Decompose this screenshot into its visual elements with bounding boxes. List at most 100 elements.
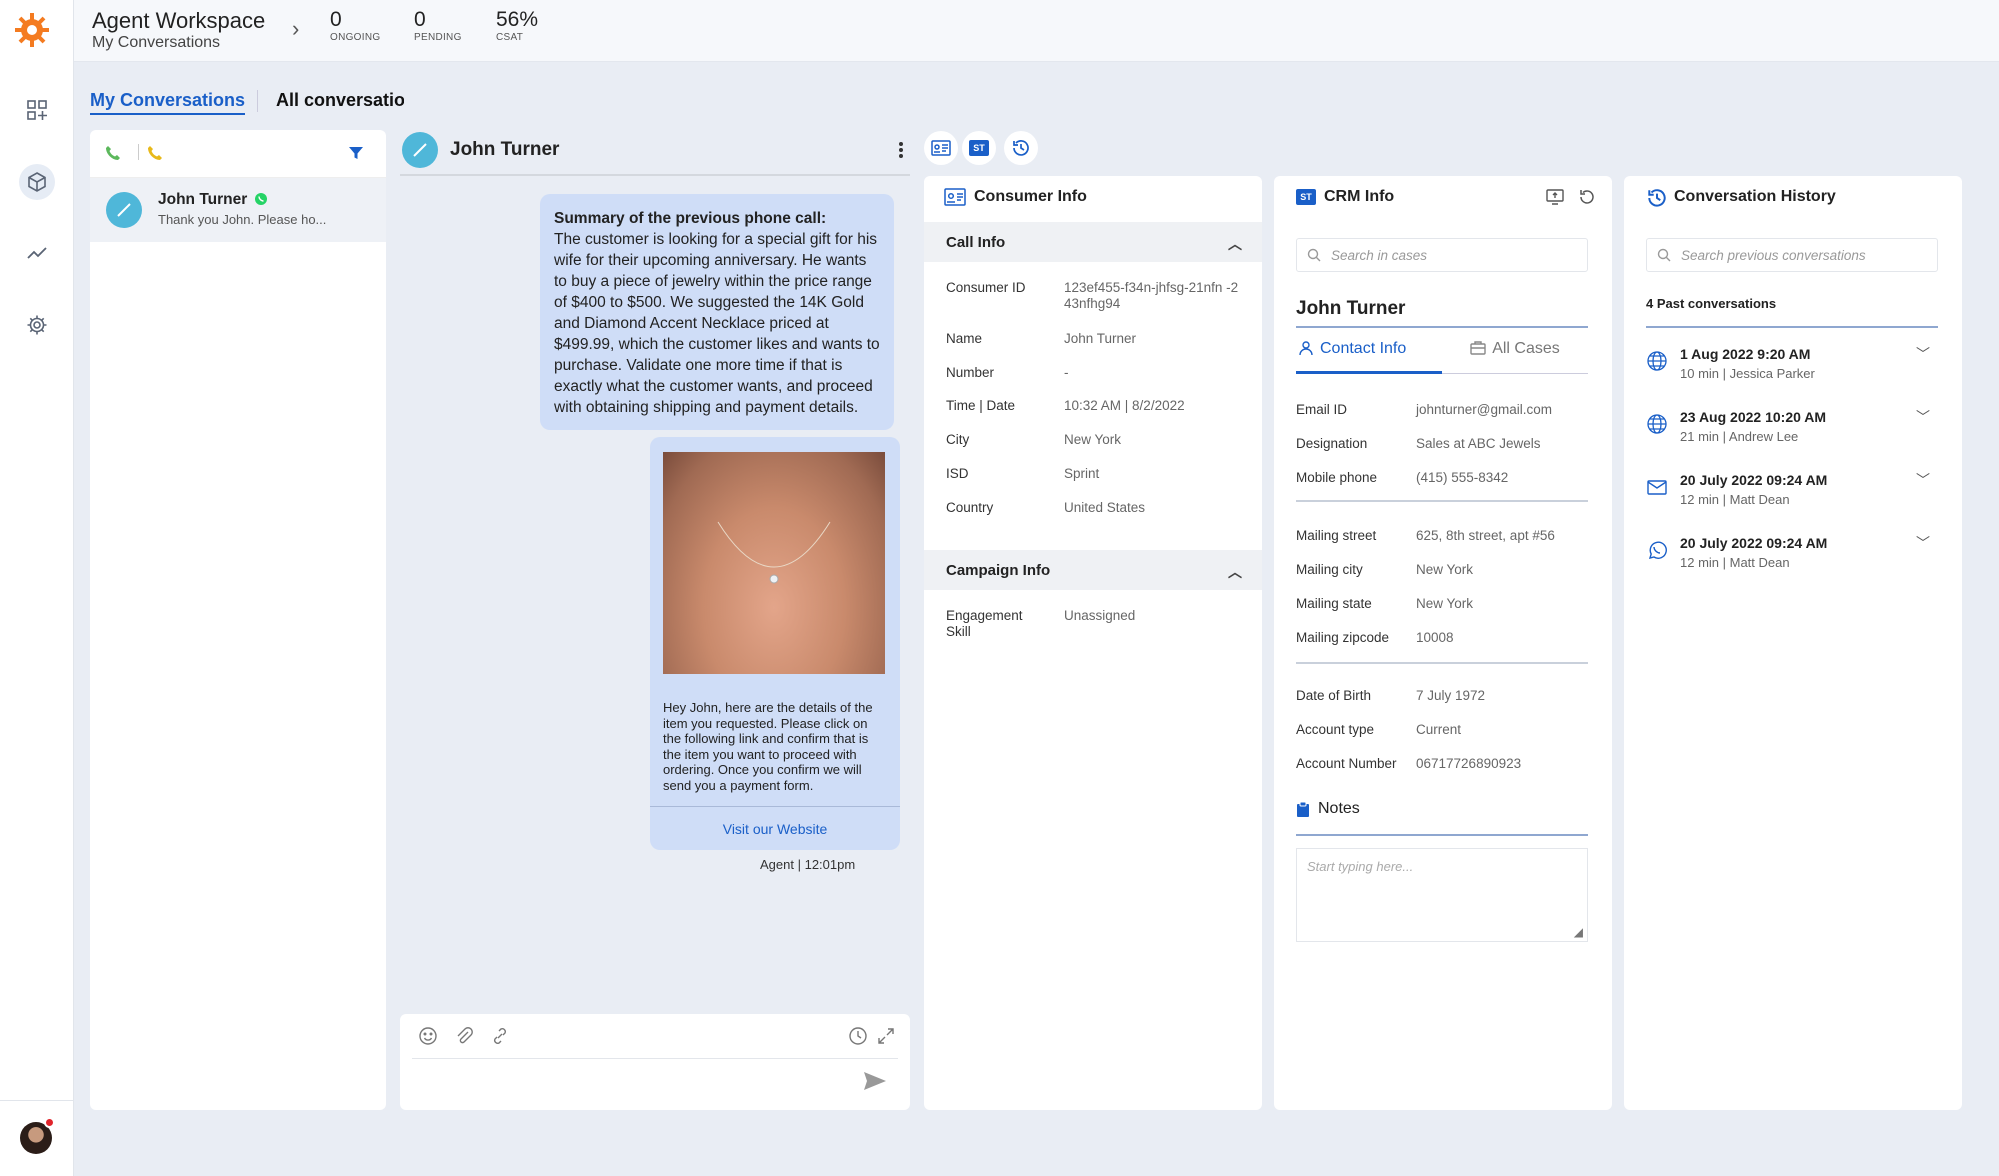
resize-handle-icon[interactable]: ◢ [1574,925,1583,939]
tab-all-conversations[interactable]: All conversations [276,90,404,111]
filter-icon[interactable] [348,145,364,166]
chevron-right-icon[interactable]: › [292,16,299,42]
history-date: 20 July 2022 09:24 AM [1680,472,1828,488]
crm-st-icon: ST [1296,189,1316,205]
composer-divider [412,1058,898,1059]
refresh-icon[interactable] [1578,188,1596,211]
call-info-title: Call Info [946,233,1006,251]
message-meta: Agent | 12:01pm [760,857,855,872]
dashboard-icon[interactable] [19,92,55,128]
tab-my-conversations[interactable]: My Conversations [90,90,246,115]
phone-yellow-icon[interactable] [146,144,164,167]
message-composer[interactable] [400,1014,910,1110]
crm-info-title: CRM Info [1324,188,1395,205]
chevron-down-icon[interactable]: ﹀ [1916,533,1930,553]
settings-gear-icon[interactable] [19,307,55,343]
history-meta: 12 min | Matt Dean [1680,555,1790,570]
send-icon[interactable] [862,1070,888,1097]
attachment-icon[interactable] [454,1026,474,1051]
name-underline [1296,326,1588,328]
stat-ongoing-value: 0 [330,8,342,31]
history-icon [1646,187,1668,214]
field-label: ISD [946,466,969,481]
history-search-placeholder: Search previous conversations [1681,247,1866,263]
field-value: John Turner [1064,331,1137,346]
contact-avatar-icon [402,132,438,168]
history-item[interactable]: 20 July 2022 09:24 AM 12 min | Matt Dean ﹀ [1624,531,1962,585]
notes-textarea[interactable]: Start typing here... ◢ [1296,848,1588,942]
conversation-list-header [90,130,386,178]
workspace-subtitle: My Conversations [92,34,221,51]
field-value: - [1064,365,1069,380]
tab-all-cases[interactable]: All Cases [1442,340,1588,374]
screen-share-icon[interactable] [1546,188,1564,211]
campaign-info-title: Campaign Info [946,561,1051,579]
field-value: United States [1064,500,1146,515]
chevron-up-icon[interactable]: ︿ [1228,234,1242,254]
history-item[interactable]: 20 July 2022 09:24 AM 12 min | Matt Dean ﹀ [1624,468,1962,522]
whatsapp-icon [1646,539,1668,566]
crm-field-label: Mailing state [1296,596,1372,611]
icon-divider [138,144,139,160]
history-item[interactable]: 1 Aug 2022 9:20 AM 10 min | Jessica Parke… [1624,342,1962,396]
top-bar: Agent Workspace My Conversations › 0 ONG… [74,0,1999,62]
crm-field-value: 10008 [1416,630,1454,645]
tab-all-cases-label: All Cases [1492,340,1560,357]
history-toggle-icon[interactable] [1004,131,1038,165]
more-options-icon[interactable] [898,140,904,165]
crm-field-value: Sales at ABC Jewels [1416,436,1541,451]
tab-contact-info[interactable]: Contact Info [1296,340,1442,374]
chevron-up-icon[interactable]: ︿ [1228,562,1242,582]
conversation-preview: Thank you John. Please ho... [158,212,327,227]
summary-message: Summary of the previous phone call: The … [540,194,894,430]
history-divider [1646,326,1938,328]
crm-toggle-icon[interactable]: ST [962,131,996,165]
stat-ongoing-label: ONGOING [330,32,381,43]
history-date: 20 July 2022 09:24 AM [1680,535,1828,551]
history-date: 23 Aug 2022 10:20 AM [1680,409,1827,425]
consumer-info-toggle-icon[interactable] [924,131,958,165]
product-card-text: Hey John, here are the details of the it… [663,700,873,793]
crm-field-value: 625, 8th street, apt #56 [1416,528,1555,543]
campaign-info-header[interactable]: Campaign Info ︿ [924,550,1262,590]
crm-contact-name: John Turner [1296,298,1406,319]
chevron-down-icon[interactable]: ﹀ [1916,344,1930,364]
conversations-cube-icon[interactable] [19,164,55,200]
crm-field-value: 7 July 1972 [1416,688,1486,703]
chevron-down-icon[interactable]: ﹀ [1916,470,1930,490]
analytics-icon[interactable] [19,235,55,271]
stat-csat: 56% CSAT [496,8,538,43]
link-icon[interactable] [490,1026,510,1051]
visit-website-link[interactable]: Visit our Website [650,806,900,850]
phone-green-icon[interactable] [104,144,122,167]
emoji-icon[interactable] [418,1026,438,1051]
call-info-header[interactable]: Call Info ︿ [924,222,1262,262]
mail-icon [1646,476,1668,503]
engagement-skill-value: Unassigned [1064,608,1136,623]
crm-field-value: Current [1416,722,1462,737]
conversation-list-panel: John Turner Thank you John. Please ho... [90,130,386,1110]
list-item[interactable]: John Turner Thank you John. Please ho... [90,178,386,242]
summary-text: The customer is looking for a special gi… [554,231,880,416]
case-search-input[interactable]: Search in cases [1296,238,1588,272]
history-search-input[interactable]: Search previous conversations [1646,238,1938,272]
message-time: 12:01pm [804,857,856,872]
chevron-down-icon[interactable]: ﹀ [1916,407,1930,427]
field-value: New York [1064,432,1122,447]
expand-icon[interactable] [876,1026,896,1051]
field-label: Country [946,500,994,515]
notes-placeholder: Start typing here... [1307,859,1414,874]
stat-csat-label: CSAT [496,32,524,43]
history-item[interactable]: 23 Aug 2022 10:20 AM 21 min | Andrew Lee ﹀ [1624,405,1962,459]
contact-name: John Turner [158,191,248,208]
search-icon [1307,248,1321,262]
tab-divider [257,90,258,112]
field-label: Time | Date [946,398,1016,413]
brand-logo-icon [12,10,52,50]
stat-pending-label: PENDING [414,32,462,43]
workspace-title: Agent Workspace [92,8,266,33]
clock-icon[interactable] [848,1026,868,1051]
conversation-history-panel: Conversation History Search previous con… [1624,176,1962,1110]
stat-pending-value: 0 [414,8,426,31]
stat-pending: 0 PENDING [414,8,462,43]
